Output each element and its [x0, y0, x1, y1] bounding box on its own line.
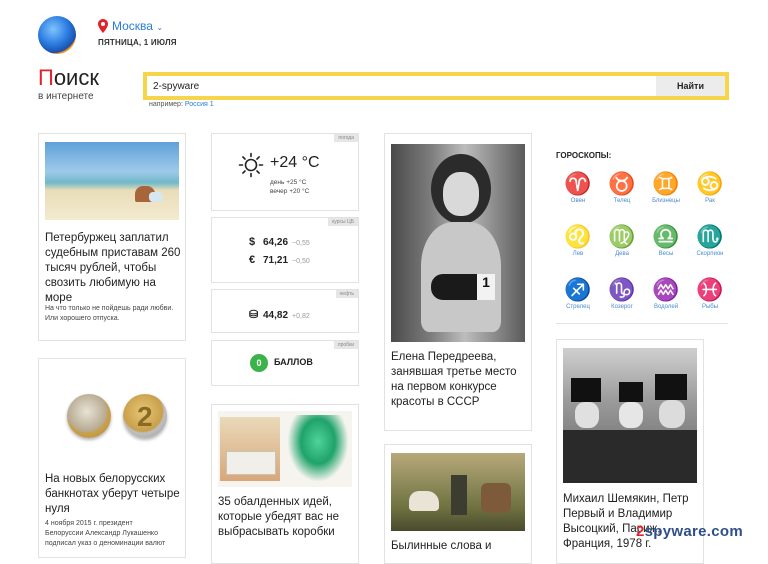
location-pin-icon: [98, 19, 108, 33]
zodiac-sign[interactable]: ♓ Рыбы: [688, 277, 732, 311]
zodiac-sign[interactable]: ♌ Лев: [556, 224, 600, 258]
dollar-icon: $: [249, 236, 256, 248]
zodiac-name: Скорпион: [696, 251, 724, 257]
news-title[interactable]: На новых белорусских банкнотах уберут че…: [45, 472, 185, 517]
euro-icon: €: [249, 254, 256, 266]
zodiac-glyph-icon: ♈: [564, 171, 592, 196]
news-card[interactable]: 35 обалденных идей, которые убедят вас н…: [211, 404, 359, 564]
current-date: ПЯТНИЦА, 1 ИЮЛЯ: [98, 38, 177, 47]
brand-title: Поиск: [38, 65, 99, 90]
news-card[interactable]: Былинные слова и: [384, 444, 532, 564]
news-description: На что только не пойдешь ради любви. Или…: [45, 305, 174, 322]
temperature-details: день +25 °C вечер +20 °C: [270, 179, 310, 195]
zodiac-sign[interactable]: ♏ Скорпион: [688, 224, 732, 258]
horoscope-title: ГОРОСКОПЫ:: [556, 151, 612, 160]
sun-icon: [238, 152, 264, 178]
zodiac-glyph-icon: ♐: [564, 277, 592, 302]
widget-tag: пробки: [333, 341, 358, 349]
chevron-down-icon: ⌄: [156, 23, 164, 32]
zodiac-glyph-icon: ♒: [652, 277, 680, 302]
weather-widget[interactable]: погода +24 °C день +25 °C вечер +20 °C: [211, 133, 359, 211]
news-card[interactable]: Петербуржец заплатил судебным приставам …: [38, 133, 186, 341]
news-title[interactable]: Былинные слова и: [391, 539, 531, 554]
zodiac-sign[interactable]: ♍ Дева: [600, 224, 644, 258]
coins-photo: 2: [45, 367, 179, 467]
zodiac-sign[interactable]: ♒ Водолей: [644, 277, 688, 311]
zodiac-sign[interactable]: ♋ Рак: [688, 171, 732, 205]
zodiac-glyph-icon: ♏: [696, 224, 724, 249]
traffic-score-badge: 0: [250, 354, 268, 372]
zodiac-name: Дева: [615, 251, 629, 257]
zodiac-name: Овен: [570, 198, 586, 204]
current-temperature: +24 °C: [270, 154, 320, 171]
zodiac-glyph-icon: ♉: [608, 171, 636, 196]
portrait-photo: 1: [391, 144, 525, 342]
news-description: 4 ноября 2015 г. президент Белоруссии Ал…: [45, 520, 166, 547]
city-name: Москва: [112, 19, 153, 33]
search-input[interactable]: [147, 76, 662, 96]
zodiac-sign[interactable]: ♐ Стрелец: [556, 277, 600, 311]
zodiac-name: Лев: [572, 251, 584, 257]
news-card[interactable]: 2 На новых белорусских банкнотах уберут …: [38, 358, 186, 558]
search-example-link[interactable]: Россия 1: [185, 101, 214, 108]
zodiac-sign[interactable]: ♉ Телец: [600, 171, 644, 205]
traffic-widget[interactable]: пробки 0 БАЛЛОВ: [211, 340, 359, 386]
oil-price: ⛁ 44,82 +0,82: [249, 309, 310, 321]
zodiac-glyph-icon: ♌: [564, 224, 592, 249]
zodiac-sign[interactable]: ♈ Овен: [556, 171, 600, 205]
divider: [556, 323, 728, 324]
zodiac-name: Рак: [705, 198, 715, 204]
search-button[interactable]: Найти: [656, 76, 725, 96]
brand-subtitle: в интернете: [38, 91, 94, 102]
widget-tag: курсы ЦБ: [328, 218, 358, 226]
zodiac-name: Стрелец: [566, 304, 590, 310]
news-title[interactable]: Петербуржец заплатил судебным приставам …: [45, 231, 185, 306]
widget-tag: погода: [334, 134, 358, 142]
group-photo: [563, 348, 697, 483]
zodiac-name: Козерог: [611, 304, 633, 310]
zodiac-glyph-icon: ♑: [608, 277, 636, 302]
zodiac-name: Весы: [658, 251, 674, 257]
zodiac-name: Рыбы: [701, 304, 719, 310]
news-card[interactable]: 1 Елена Передреева, занявшая третье мест…: [384, 133, 532, 431]
zodiac-glyph-icon: ♋: [696, 171, 724, 196]
zodiac-glyph-icon: ♍: [608, 224, 636, 249]
interior-photo: [218, 411, 352, 487]
beach-photo: [45, 142, 179, 220]
zodiac-name: Водолей: [653, 304, 679, 310]
news-title[interactable]: 35 обалденных идей, которые убедят вас н…: [218, 495, 358, 540]
oil-widget[interactable]: нефть ⛁ 44,82 +0,82: [211, 289, 359, 333]
city-selector[interactable]: Москва ⌄: [112, 19, 163, 33]
barrel-icon: ⛁: [249, 309, 259, 321]
usd-rate: $64,26 −0,55: [249, 236, 310, 248]
widget-tag: нефть: [335, 290, 358, 298]
traffic-label: БАЛЛОВ: [274, 357, 313, 367]
news-title[interactable]: Михаил Шемякин, Петр Первый и Владимир В…: [563, 492, 699, 552]
watermark: 2spyware.com: [636, 523, 744, 540]
site-logo[interactable]: [38, 16, 76, 54]
painting-photo: [391, 453, 525, 531]
zodiac-glyph-icon: ♓: [696, 277, 724, 302]
search-example: например: Россия 1: [149, 101, 214, 108]
news-title[interactable]: Елена Передреева, занявшая третье место …: [391, 350, 531, 410]
zodiac-glyph-icon: ♎: [652, 224, 680, 249]
currency-widget[interactable]: курсы ЦБ $64,26 −0,55 €71,21 −0,50: [211, 217, 359, 283]
eur-rate: €71,21 −0,50: [249, 254, 310, 266]
zodiac-glyph-icon: ♊: [652, 171, 680, 196]
zodiac-name: Телец: [613, 198, 631, 204]
zodiac-sign[interactable]: ♎ Весы: [644, 224, 688, 258]
zodiac-sign[interactable]: ♑ Козерог: [600, 277, 644, 311]
zodiac-name: Близнецы: [652, 198, 680, 204]
zodiac-sign[interactable]: ♊ Близнецы: [644, 171, 688, 205]
